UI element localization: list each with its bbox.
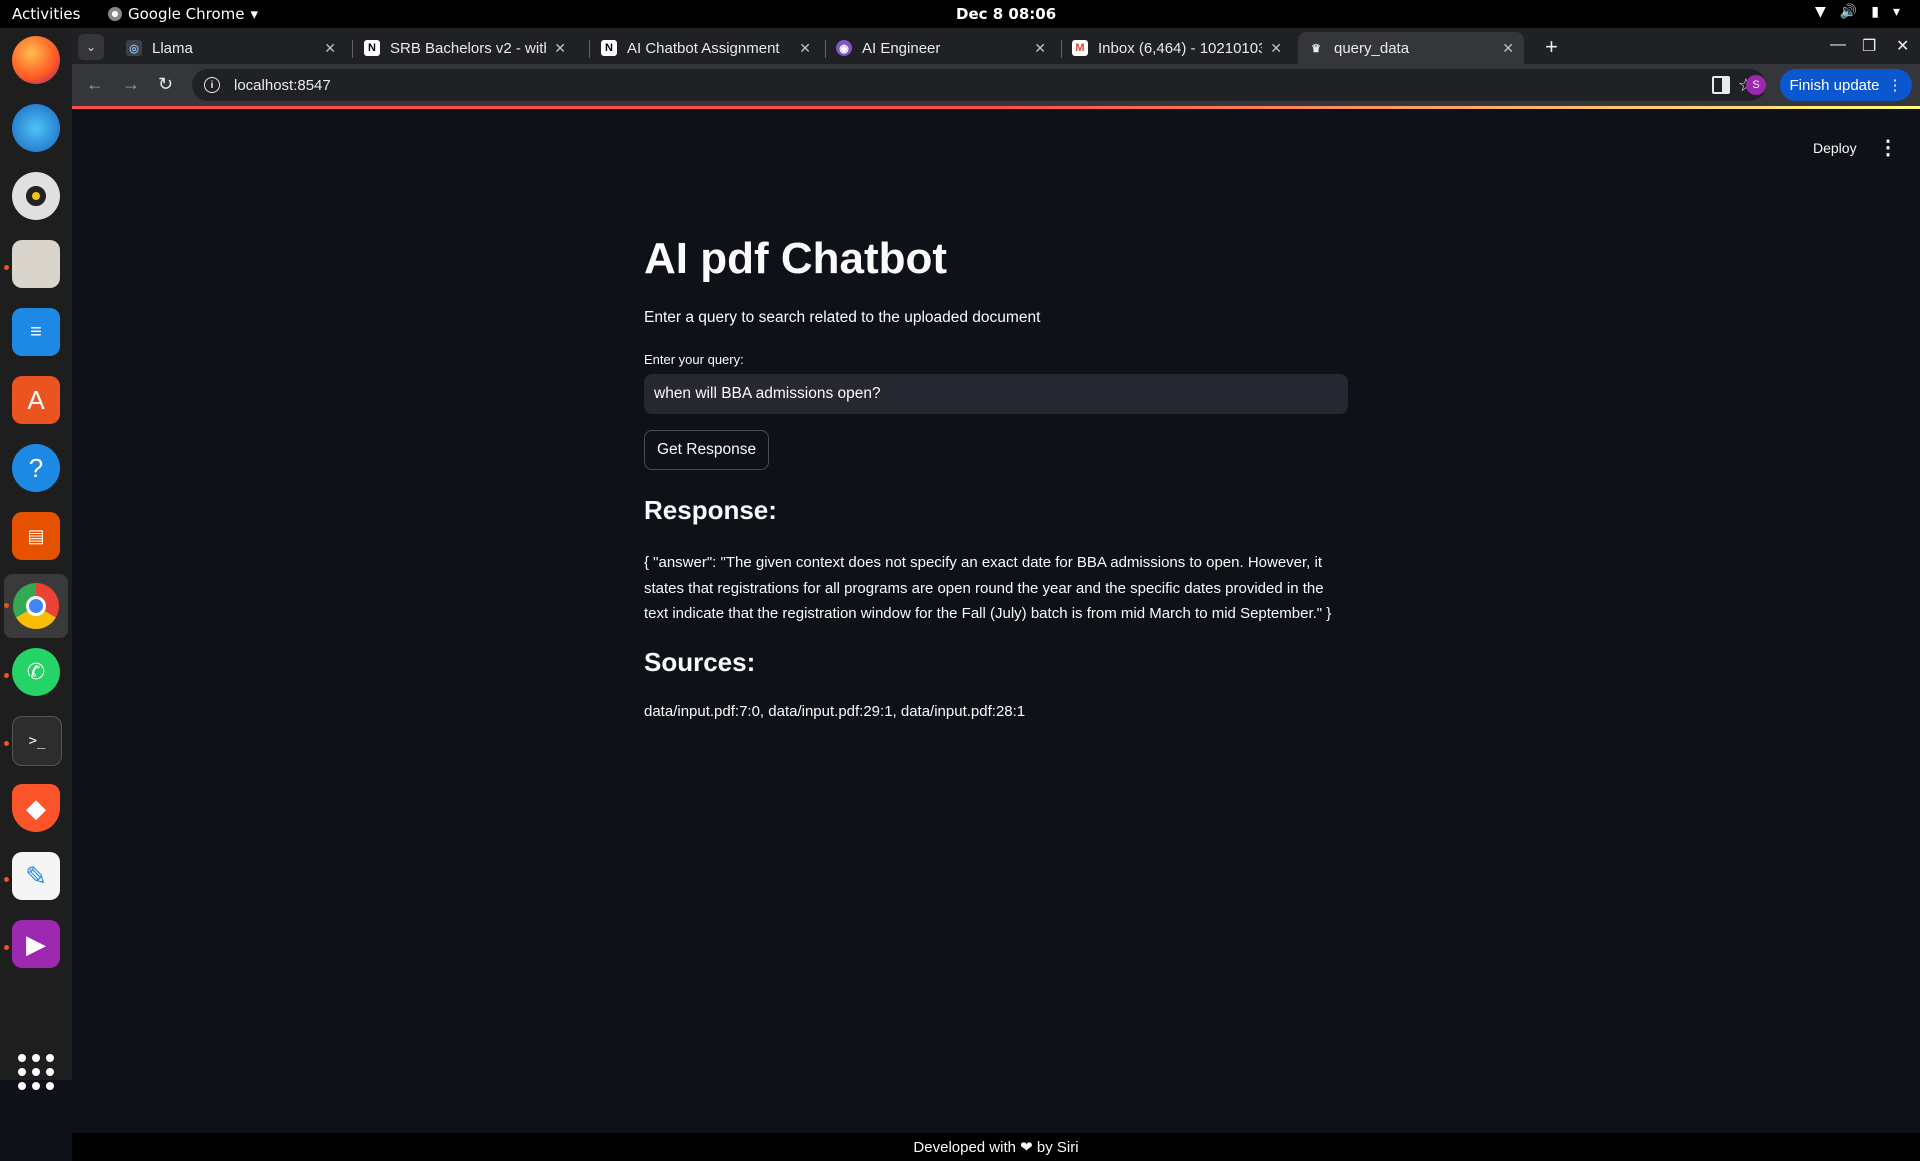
restore-icon[interactable]: ❐	[1862, 36, 1876, 56]
sources-text: data/input.pdf:7:0, data/input.pdf:29:1,…	[644, 703, 1026, 720]
chrome-icon	[13, 583, 59, 629]
chevron-down-icon: ⌄	[85, 40, 97, 54]
query-label: Enter your query:	[644, 352, 744, 367]
gmail-icon: M	[1072, 40, 1088, 56]
files-icon[interactable]	[12, 240, 60, 288]
tab-ai-chatbot-assignment[interactable]: N AI Chatbot Assignment ✕	[591, 32, 821, 64]
caret-down-icon: ▾	[250, 5, 259, 23]
tab-title: AI Engineer	[862, 39, 941, 57]
tab-inbox[interactable]: M Inbox (6,464) - 10210103 ✕	[1062, 32, 1292, 64]
address-bar[interactable]: i localhost:8547 ☆	[192, 69, 1766, 101]
close-icon[interactable]: ✕	[554, 40, 566, 57]
tab-srb-bachelors[interactable]: N SRB Bachelors v2 - witho ✕	[354, 32, 576, 64]
close-icon[interactable]: ✕	[324, 40, 336, 57]
writer-icon[interactable]: ≡	[12, 308, 60, 356]
tab-strip: ⌄ ◎ Llama ✕ N SRB Bachelors v2 - witho ✕…	[72, 28, 1920, 64]
activities-button[interactable]: Activities	[12, 5, 80, 23]
close-window-icon[interactable]: ✕	[1896, 36, 1909, 56]
response-text: { "answer": "The given context does not …	[644, 554, 1332, 622]
battery-icon: ▮	[1871, 4, 1879, 20]
url-text[interactable]: localhost:8547	[234, 77, 331, 94]
llama-icon: ◎	[126, 40, 142, 56]
app-center-icon[interactable]: A	[12, 376, 60, 424]
thunderbird-icon[interactable]	[12, 104, 60, 152]
close-icon[interactable]: ✕	[1270, 40, 1282, 57]
profile-avatar[interactable]: S	[1746, 75, 1766, 95]
tab-search-button[interactable]: ⌄	[78, 34, 104, 60]
query-input[interactable]	[644, 374, 1348, 414]
minimize-icon[interactable]: —	[1830, 36, 1846, 54]
impress-icon[interactable]: ▤	[12, 512, 60, 560]
side-panel-icon[interactable]	[1712, 76, 1730, 94]
streamlit-app: Deploy ⋮ AI pdf Chatbot Enter a query to…	[72, 109, 1920, 1161]
notion-icon: N	[364, 40, 380, 56]
volume-icon: 🔊	[1839, 4, 1858, 20]
reload-icon[interactable]: ↻	[158, 74, 173, 95]
app-menu[interactable]: Google Chrome ▾	[108, 5, 258, 23]
response-heading: Response:	[644, 495, 777, 525]
tab-title: Inbox (6,464) - 10210103	[1098, 39, 1263, 57]
browser-window: ⌄ ◎ Llama ✕ N SRB Bachelors v2 - witho ✕…	[72, 28, 1920, 1161]
get-response-button[interactable]: Get Response	[644, 430, 770, 470]
dock: ≡ A ? ▤ ✆ >_ ◆ ✎ ▶	[0, 28, 72, 1090]
app-menu-label: Google Chrome	[128, 5, 245, 23]
tab-query-data[interactable]: ♛ query_data ✕	[1298, 32, 1524, 64]
tab-ai-engineer[interactable]: ◉ AI Engineer ✕	[826, 32, 1056, 64]
tab-llama[interactable]: ◎ Llama ✕	[116, 32, 346, 64]
system-top-bar: Activities Google Chrome ▾ Dec 8 08:06 ▼…	[0, 0, 1920, 28]
chevron-down-icon: ▾	[1892, 4, 1900, 20]
clock[interactable]: Dec 8 08:06	[956, 5, 1056, 23]
tab-title: AI Chatbot Assignment	[627, 39, 780, 57]
chrome-dock-item[interactable]	[4, 574, 68, 638]
tab-title: Llama	[152, 39, 193, 57]
deploy-button[interactable]: Deploy	[1813, 140, 1857, 156]
site-info-icon[interactable]: i	[204, 77, 220, 93]
firefox-icon[interactable]	[12, 36, 60, 84]
page-title: AI pdf Chatbot	[644, 234, 948, 283]
whatsapp-icon[interactable]: ✆	[12, 648, 60, 696]
new-tab-button[interactable]: +	[1545, 34, 1558, 60]
wifi-icon: ▼	[1815, 4, 1826, 20]
chrome-icon	[108, 7, 122, 21]
system-tray[interactable]: ▼ 🔊 ▮ ▾	[1815, 4, 1900, 20]
sources-heading: Sources:	[644, 647, 756, 677]
brave-icon[interactable]: ◆	[12, 784, 60, 832]
notion-icon: N	[601, 40, 617, 56]
app-icon: ◉	[836, 40, 852, 56]
finish-update-button[interactable]: Finish update ⋮	[1780, 69, 1912, 101]
forward-icon[interactable]: →	[122, 74, 140, 95]
footer: Developed with ❤ by Siri	[72, 1133, 1920, 1161]
media-player-icon[interactable]: ▶	[12, 920, 60, 968]
text-editor-icon[interactable]: ✎	[12, 852, 60, 900]
streamlit-icon: ♛	[1311, 42, 1321, 55]
more-vertical-icon: ⋮	[1887, 77, 1903, 94]
show-apps-icon[interactable]	[18, 1054, 54, 1090]
page-caption: Enter a query to search related to the u…	[644, 309, 1041, 326]
close-icon[interactable]: ✕	[1502, 40, 1514, 57]
tab-title: SRB Bachelors v2 - witho	[390, 39, 547, 57]
rhythmbox-icon[interactable]	[12, 172, 60, 220]
main-menu-icon[interactable]: ⋮	[1878, 135, 1898, 160]
close-icon[interactable]: ✕	[799, 40, 811, 57]
finish-update-label: Finish update	[1789, 76, 1880, 94]
help-icon[interactable]: ?	[12, 444, 60, 492]
browser-toolbar: ← → ↻ i localhost:8547 ☆ S Finish update…	[72, 64, 1920, 106]
tab-title: query_data	[1334, 39, 1410, 57]
terminal-icon[interactable]: >_	[12, 716, 62, 766]
close-icon[interactable]: ✕	[1034, 40, 1046, 57]
back-icon[interactable]: ←	[86, 74, 104, 95]
